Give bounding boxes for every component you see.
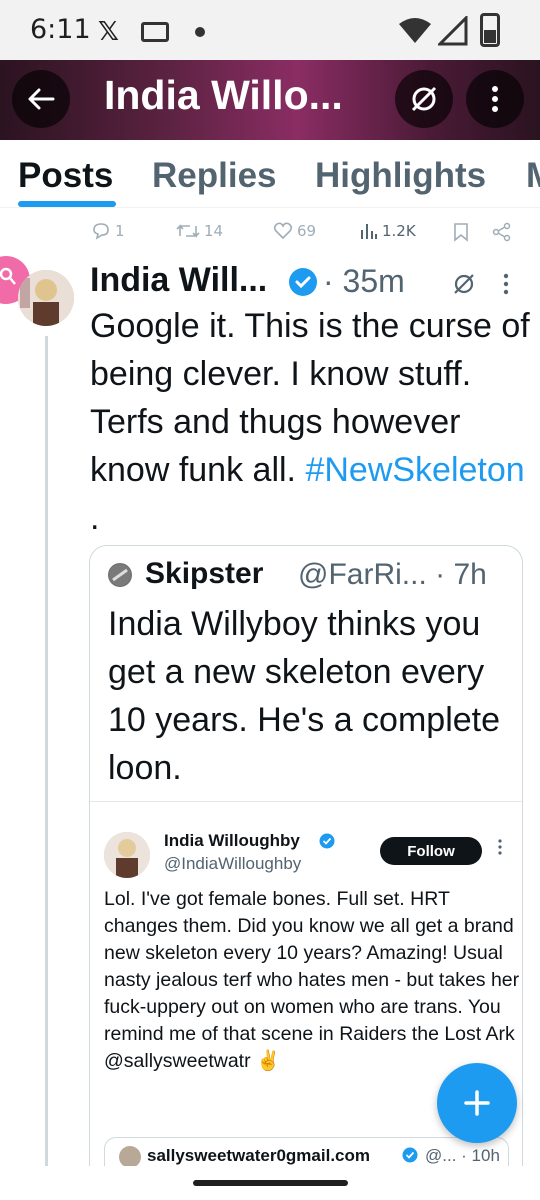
- heart-icon: [273, 222, 293, 240]
- back-button[interactable]: [12, 70, 70, 128]
- mute-icon: [411, 86, 437, 112]
- back-arrow-icon: [28, 88, 55, 110]
- status-bar: 6:11 𝕏: [0, 0, 540, 60]
- wifi-icon: [399, 18, 431, 43]
- like-action[interactable]: 69: [273, 222, 316, 240]
- tab-posts[interactable]: Posts: [18, 156, 113, 196]
- reply-icon: [93, 223, 109, 240]
- plus-icon: [464, 1090, 490, 1116]
- quoted-author-name: Skipster: [145, 557, 264, 590]
- nested-avatar: [119, 1146, 141, 1168]
- system-navigation-bar: [0, 1166, 540, 1200]
- inner-more-icon: [498, 839, 502, 855]
- profile-tabs: Posts Replies Highlights M: [0, 140, 540, 208]
- x-logo-icon: 𝕏: [98, 17, 119, 47]
- quoted-handle-time: @FarRi... · 7h: [298, 558, 487, 591]
- reply-action[interactable]: 1: [91, 222, 125, 240]
- quoted-text: India Willyboy thinks you get a new skel…: [108, 605, 501, 787]
- post-author-name[interactable]: India Will...: [90, 261, 267, 300]
- mail-icon: [141, 22, 169, 42]
- post-text: Google it. This is the curse of being cl…: [90, 302, 530, 542]
- inner-author-name: India Willoughby: [164, 831, 300, 850]
- share-icon[interactable]: [492, 222, 512, 242]
- thread-line: [45, 336, 48, 1170]
- nested-verified-badge-icon: [402, 1147, 418, 1163]
- inner-avatar-photo-icon: [104, 832, 150, 878]
- cell-signal-icon: [438, 16, 468, 46]
- repost-count: 14: [204, 222, 224, 240]
- views-action[interactable]: 1.2K: [360, 222, 416, 240]
- nested-handle-time: @... · 10h: [425, 1146, 500, 1165]
- search-icon: [0, 267, 16, 285]
- active-tab-indicator: [18, 201, 116, 207]
- inner-avatar: [104, 832, 150, 878]
- more-options-button[interactable]: [466, 70, 524, 128]
- home-gesture-handle[interactable]: [193, 1180, 348, 1186]
- hashtag-link[interactable]: #NewSkeleton: [305, 451, 524, 489]
- quoted-avatar: [108, 563, 132, 587]
- header-title: India Willo...: [104, 72, 343, 118]
- repost-icon: [176, 224, 200, 238]
- follow-button: Follow: [380, 837, 482, 865]
- more-vertical-icon: [492, 86, 498, 112]
- mute-icon[interactable]: [452, 272, 476, 296]
- tab-highlights[interactable]: Highlights: [315, 156, 486, 196]
- post-more-icon[interactable]: [503, 273, 509, 295]
- inner-verified-badge-icon: [319, 833, 335, 849]
- avatar-photo-icon: [18, 270, 74, 326]
- verified-badge-icon: [289, 268, 317, 296]
- previous-post-actions: 1 14 69 1.2K: [0, 218, 540, 252]
- avatar[interactable]: [18, 270, 74, 326]
- battery-icon: [480, 13, 500, 47]
- post-trailing: .: [90, 499, 100, 537]
- inner-post-text: Lol. I've got female bones. Full set. HR…: [104, 888, 520, 1072]
- inner-handle: @IndiaWilloughby: [164, 854, 302, 873]
- like-count: 69: [297, 222, 317, 240]
- views-chart-icon: [361, 224, 377, 239]
- profile-header: India Willo...: [0, 60, 540, 140]
- reply-count: 1: [115, 222, 125, 240]
- tab-replies[interactable]: Replies: [152, 156, 277, 196]
- post-time: · 35m: [323, 263, 405, 299]
- bookmark-icon[interactable]: [453, 222, 469, 242]
- tab-media[interactable]: M: [526, 156, 540, 196]
- dot-icon: [195, 27, 205, 37]
- nested-author-name: sallysweetwater0gmail.com: [147, 1146, 371, 1165]
- compose-post-button[interactable]: [437, 1063, 517, 1143]
- mute-button[interactable]: [395, 70, 453, 128]
- views-count: 1.2K: [382, 222, 416, 240]
- repost-action[interactable]: 14: [176, 222, 223, 240]
- status-time: 6:11: [30, 14, 91, 45]
